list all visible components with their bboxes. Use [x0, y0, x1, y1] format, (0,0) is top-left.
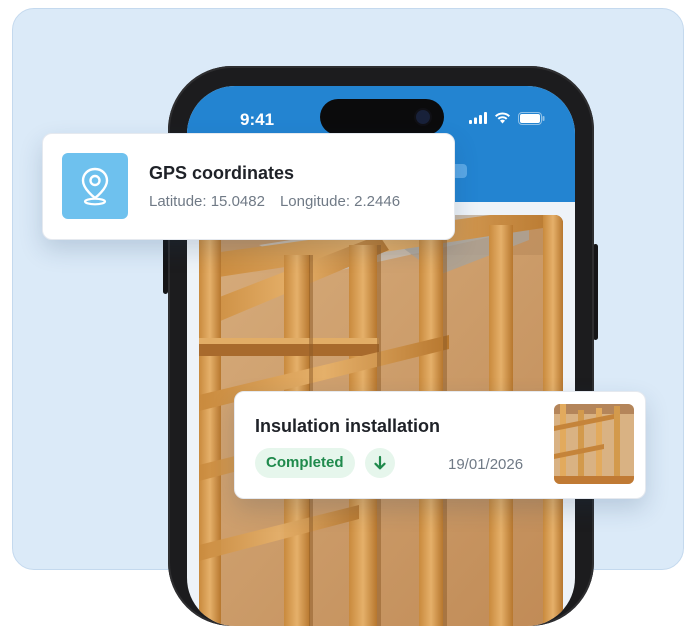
task-date: 19/01/2026 — [448, 456, 524, 473]
download-arrow-icon — [374, 455, 386, 470]
task-thumbnail[interactable] — [554, 404, 634, 484]
task-title: Insulation installation — [255, 416, 441, 436]
status-icons — [469, 110, 545, 126]
task-card[interactable]: Insulation installation Completed 19/01/… — [234, 391, 646, 499]
gps-coordinates: Latitude: 15.0482 Longitude: 2.2446 — [149, 193, 400, 210]
map-pin-icon — [62, 153, 128, 219]
status-time: 9:41 — [240, 110, 275, 129]
status-badge: Completed — [255, 448, 355, 478]
latitude-value: Latitude: 15.0482 — [149, 193, 265, 210]
battery-icon — [518, 111, 545, 125]
gps-card: GPS coordinates Latitude: 15.0482 Longitu… — [42, 133, 455, 240]
signal-icon — [469, 112, 487, 124]
camera-icon — [416, 110, 430, 124]
wifi-icon — [495, 112, 510, 124]
gps-card-title: GPS coordinates — [149, 163, 295, 183]
download-button[interactable] — [365, 448, 395, 478]
longitude-value: Longitude: 2.2446 — [279, 193, 401, 210]
dynamic-island — [320, 99, 444, 135]
